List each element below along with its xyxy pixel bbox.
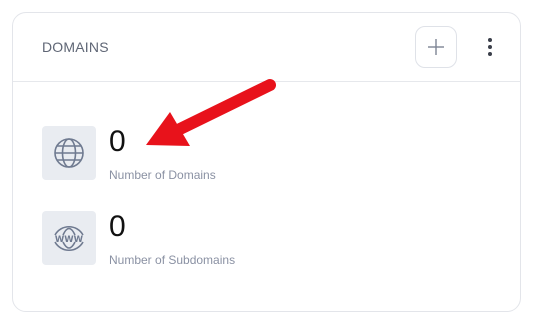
- domains-count: 0: [109, 125, 126, 158]
- stat-icon-box: [42, 126, 96, 180]
- plus-icon: [428, 39, 444, 55]
- www-icon-text: WWW: [55, 235, 84, 245]
- www-icon: WWW: [54, 226, 84, 251]
- add-domain-button[interactable]: [415, 26, 457, 68]
- domains-card: DOMAINS 0 Number of Domains WWW 0 Number…: [12, 12, 521, 312]
- subdomains-count: 0: [109, 210, 126, 243]
- stat-text: 0 Number of Subdomains: [109, 210, 236, 268]
- stat-icon-box: WWW: [42, 211, 96, 265]
- stat-domains: 0 Number of Domains: [42, 126, 216, 182]
- vertical-dots-icon: [488, 38, 492, 56]
- card-title: DOMAINS: [42, 39, 109, 55]
- subdomains-label: Number of Subdomains: [109, 253, 236, 267]
- more-options-button[interactable]: [479, 35, 501, 59]
- stat-subdomains: WWW 0 Number of Subdomains: [42, 211, 235, 267]
- domains-label: Number of Domains: [109, 168, 216, 182]
- globe-icon: [54, 138, 84, 168]
- card-header: DOMAINS: [13, 13, 520, 82]
- stat-text: 0 Number of Domains: [109, 125, 216, 183]
